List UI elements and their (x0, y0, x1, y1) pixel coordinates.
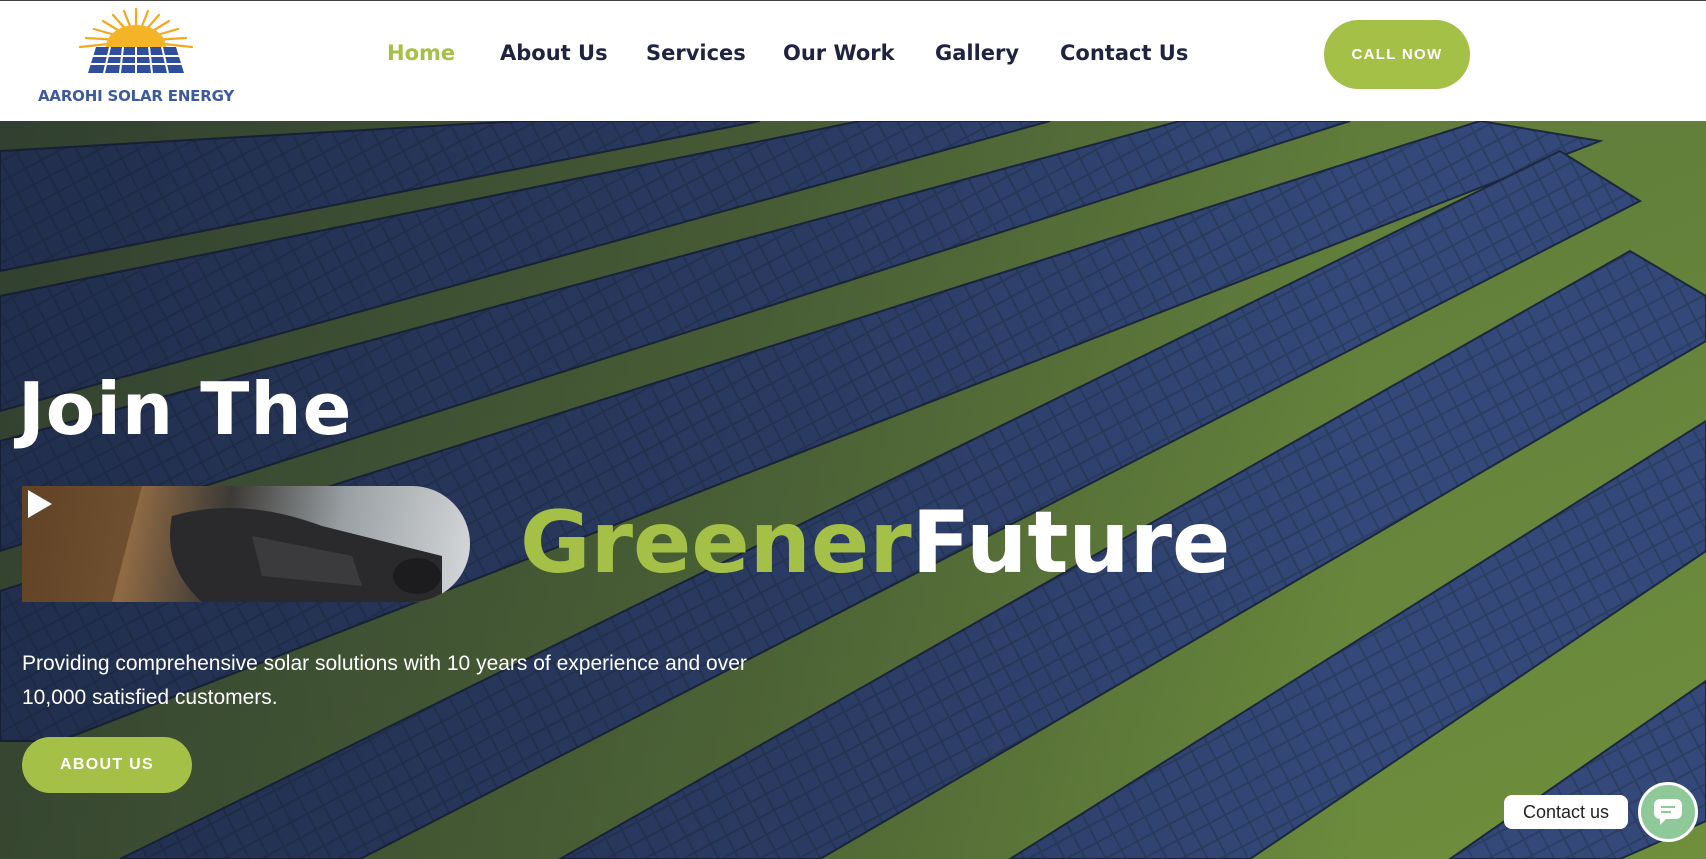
hero-title-line2: GreenerFuture (520, 493, 1230, 593)
nav-gallery[interactable]: Gallery (935, 41, 1019, 65)
site-header: AAROHI SOLAR ENERGY Home About Us Servic… (0, 0, 1706, 121)
logo-text: AAROHI SOLAR ENERGY (38, 87, 235, 105)
ev-charger-image (22, 486, 442, 602)
nav-contact-us[interactable]: Contact Us (1060, 41, 1188, 65)
about-us-button[interactable]: ABOUT US (22, 737, 192, 793)
chat-icon (1654, 799, 1682, 825)
call-now-button[interactable]: CALL NOW (1324, 20, 1470, 89)
logo[interactable]: AAROHI SOLAR ENERGY (36, 7, 240, 105)
nav-services[interactable]: Services (646, 41, 746, 65)
nav-home[interactable]: Home (387, 41, 455, 65)
sun-logo-icon (78, 7, 194, 74)
hero-section: Join The GreenerFuture Providing compreh… (0, 121, 1706, 859)
hero-title-future: Future (911, 493, 1231, 593)
contact-us-button[interactable] (1638, 782, 1698, 842)
video-thumbnail[interactable] (22, 486, 470, 602)
hero-title-line1: Join The (18, 367, 353, 451)
hero-description: Providing comprehensive solar solutions … (22, 652, 747, 709)
play-icon[interactable] (22, 486, 56, 522)
nav-our-work[interactable]: Our Work (783, 41, 895, 65)
nav-about-us[interactable]: About Us (500, 41, 608, 65)
contact-us-label[interactable]: Contact us (1504, 795, 1628, 829)
hero-title-greener: Greener (520, 493, 912, 593)
